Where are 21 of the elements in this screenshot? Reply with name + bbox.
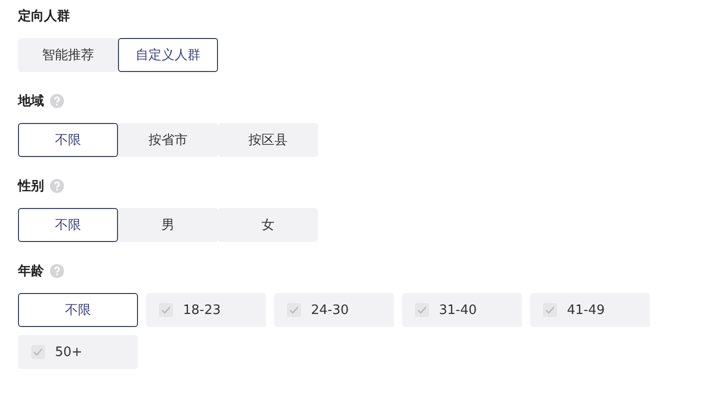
age-option[interactable]: 18-23: [146, 293, 266, 327]
help-icon[interactable]: [50, 94, 64, 108]
option-tab[interactable]: 不限: [18, 293, 138, 327]
help-icon[interactable]: [50, 179, 64, 193]
option-tab[interactable]: 男: [118, 208, 218, 242]
section-title: 定向人群: [18, 8, 70, 25]
section-title: 地域: [18, 93, 44, 110]
option-tab[interactable]: 按区县: [218, 123, 318, 157]
section-title: 性别: [18, 178, 44, 195]
age-option[interactable]: 50+: [18, 335, 138, 369]
help-icon[interactable]: [50, 264, 64, 278]
age-option[interactable]: 41-49: [530, 293, 650, 327]
option-tab[interactable]: 不限: [18, 208, 118, 242]
option-tab[interactable]: 女: [218, 208, 318, 242]
option-tab[interactable]: 按省市: [118, 123, 218, 157]
option-tab[interactable]: 自定义人群: [118, 38, 218, 72]
option-tab[interactable]: 智能推荐: [18, 38, 118, 72]
section-title: 年龄: [18, 263, 44, 280]
option-tab[interactable]: 不限: [18, 123, 118, 157]
age-option[interactable]: 31-40: [402, 293, 522, 327]
age-option[interactable]: 24-30: [274, 293, 394, 327]
